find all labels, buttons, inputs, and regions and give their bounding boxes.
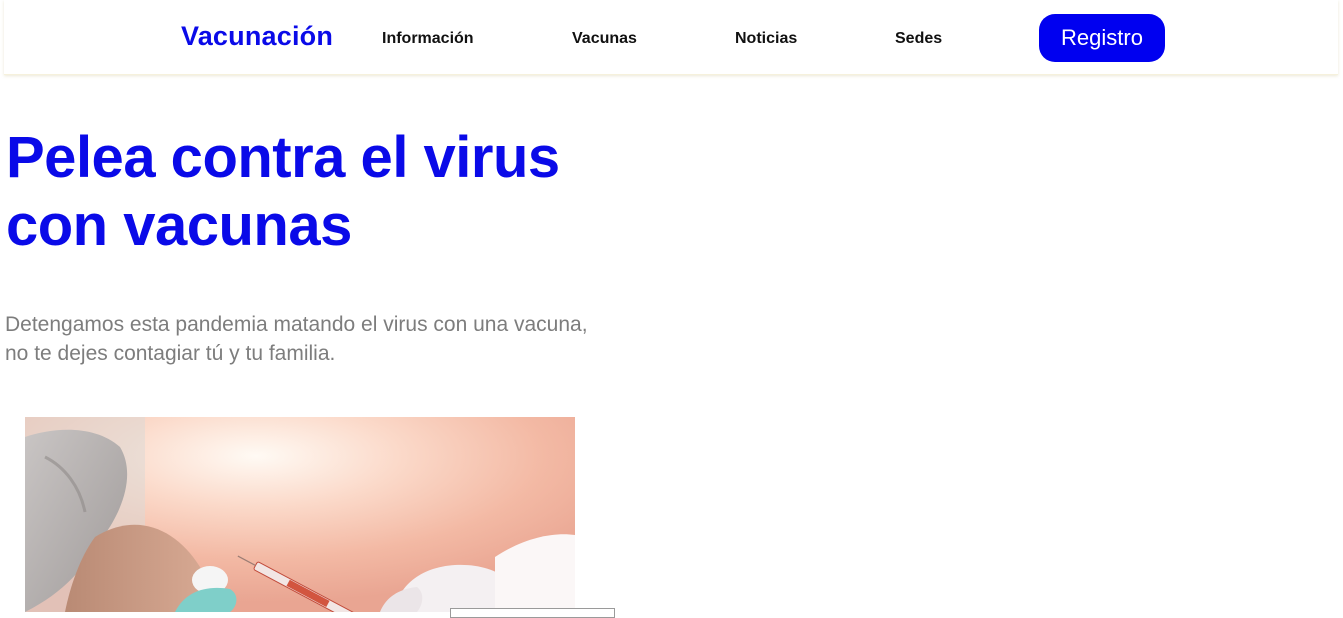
nav-link-sedes[interactable]: Sedes (895, 30, 942, 48)
top-navbar: Vacunación Información Vacunas Noticias … (4, 0, 1338, 75)
hero-description-line: Detengamos esta pandemia matando el viru… (5, 313, 588, 336)
hero-description-line: no te dejes contagiar tú y tu familia. (5, 342, 336, 365)
brand-logo[interactable]: Vacunación (181, 21, 333, 52)
hero-title-line: con vacunas (6, 193, 352, 258)
register-button[interactable]: Registro (1039, 14, 1165, 62)
nav-link-noticias[interactable]: Noticias (735, 30, 797, 48)
nav-link-vacunas[interactable]: Vacunas (572, 30, 637, 48)
hero-description: Detengamos esta pandemia matando el viru… (5, 310, 645, 368)
hero-title-line: Pelea contra el virus (6, 125, 560, 190)
nav-link-informacion[interactable]: Información (382, 30, 474, 48)
image-overlay-box (450, 608, 615, 618)
vaccination-photo (25, 417, 575, 612)
hero-title: Pelea contra el virus con vacunas (6, 124, 626, 260)
